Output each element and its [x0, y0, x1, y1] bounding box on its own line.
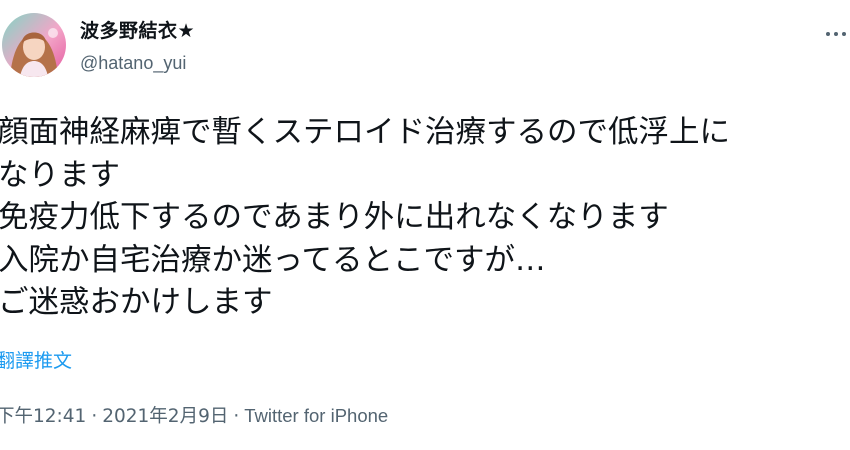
meta-separator: ·: [91, 406, 98, 427]
tweet-text-line: 入院か自宅治療か迷ってるとこですが…: [0, 242, 546, 278]
tweet-time[interactable]: 下午12:41: [0, 406, 86, 427]
translate-tweet-link[interactable]: 翻譯推文: [0, 349, 72, 373]
tweet-text: 顔面神経麻痺で暫くステロイド治療するので低浮上に なります 免疫力低下するのであ…: [0, 112, 850, 325]
tweet-text-line: なります: [0, 157, 120, 193]
dot-icon: [834, 32, 838, 36]
profile-photo-icon: [2, 13, 66, 77]
tweet-text-line: 顔面神経麻痺で暫くステロイド治療するので低浮上に: [0, 115, 730, 150]
tweet-date[interactable]: 2021年2月9日: [102, 406, 228, 427]
dot-icon: [842, 32, 846, 36]
dot-icon: [826, 32, 830, 36]
display-name[interactable]: 波多野結衣★: [80, 19, 195, 43]
avatar[interactable]: [2, 13, 66, 77]
tweet-text-line: ご迷惑おかけします: [0, 285, 273, 321]
tweet-source[interactable]: Twitter for iPhone: [244, 405, 388, 426]
tweet-text-line: 免疫力低下するのであまり外に出れなくなります: [0, 200, 669, 236]
user-handle[interactable]: @hatano_yui: [80, 52, 186, 74]
more-options-icon[interactable]: [826, 30, 850, 40]
meta-separator: ·: [233, 406, 240, 427]
tweet-metadata: 下午12:41 · 2021年2月9日 · Twitter for iPhone: [0, 404, 388, 429]
